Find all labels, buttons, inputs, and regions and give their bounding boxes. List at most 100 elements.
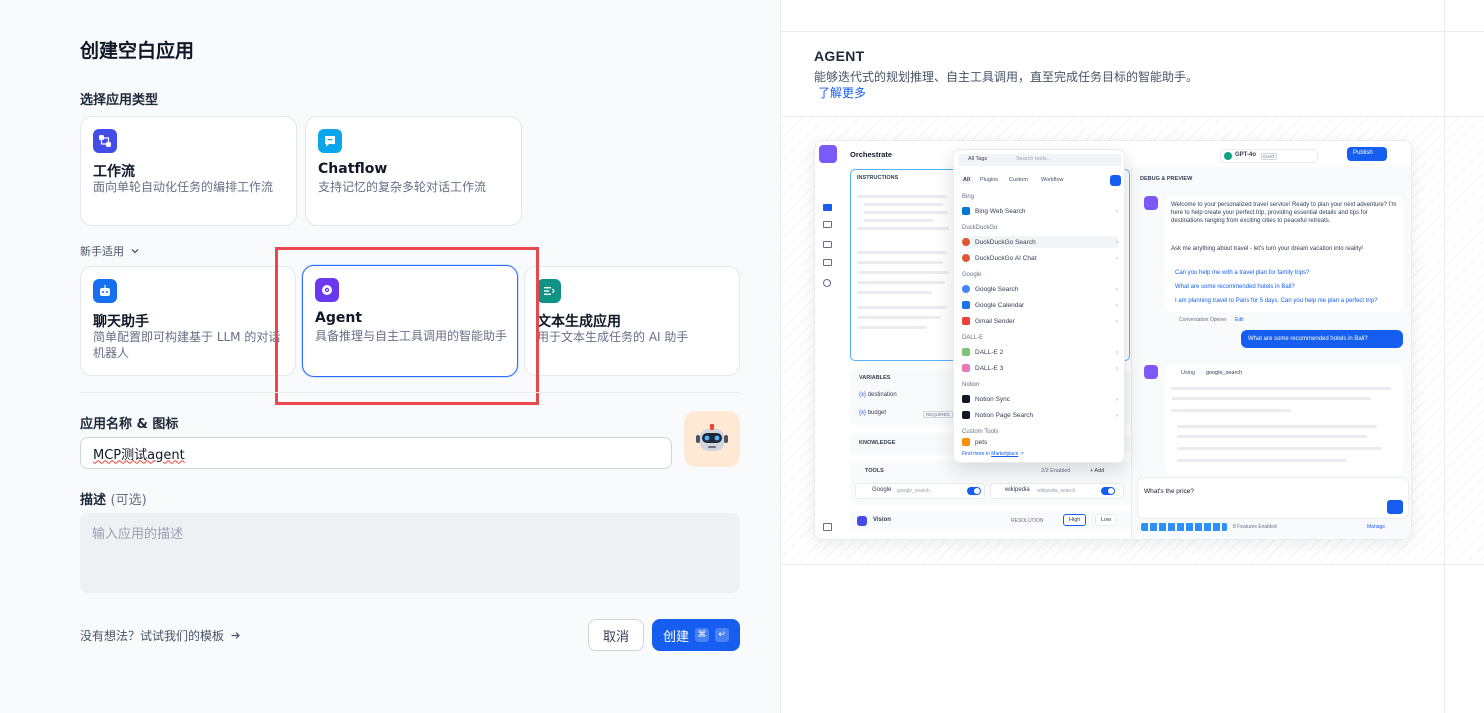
mock-find-more: Find more in Marketplace ↗ bbox=[962, 451, 1025, 457]
mock-search-tools: Search tools... bbox=[1016, 156, 1052, 162]
create-app-panel: 创建空白应用 选择应用类型 工作流 面向单轮自动化任务的编排工作流 Chatfl… bbox=[0, 0, 780, 713]
robot-avatar-icon bbox=[696, 424, 728, 451]
mock-chat-input bbox=[1137, 477, 1409, 519]
mock-tool-item: DuckDuckGo AI Chat › bbox=[962, 252, 1118, 264]
mock-line bbox=[857, 326, 927, 329]
grid-line bbox=[781, 564, 1484, 565]
openai-icon bbox=[1224, 152, 1232, 160]
mock-knowledge: KNOWLEDGE bbox=[859, 440, 896, 446]
mock-low: Low bbox=[1095, 514, 1118, 526]
mock-suggestion: What are some recommended hotels in Bali… bbox=[1175, 284, 1295, 290]
add-icon bbox=[1110, 175, 1121, 186]
preview-desc: 能够迭代式的规划推理、自主工具调用，直至完成任务目标的智能助手。 bbox=[814, 70, 1199, 84]
mock-line bbox=[857, 195, 947, 198]
collapse-icon bbox=[823, 523, 832, 531]
agent-preview-screenshot: Orchestrate INSTRUCTIONS VARIABLES {x} d… bbox=[814, 140, 1412, 540]
mock-line bbox=[857, 271, 949, 274]
bot-avatar-icon bbox=[1144, 196, 1158, 210]
desc-label-row: 描述 (可选) bbox=[80, 489, 147, 508]
preview-panel: AGENT 能够迭代式的规划推理、自主工具调用，直至完成任务目标的智能助手。 了… bbox=[780, 0, 1484, 713]
mock-line bbox=[863, 219, 933, 222]
mock-tool-item: pets bbox=[962, 438, 1118, 446]
app-type-desc: 具备推理与自主工具调用的智能助手 bbox=[315, 329, 508, 343]
mock-variables: VARIABLES bbox=[859, 375, 891, 381]
app-type-name: 文本生成应用 bbox=[537, 314, 621, 330]
mock-tool-google-id: google_search bbox=[897, 488, 930, 494]
mock-using: Using bbox=[1181, 370, 1196, 376]
mock-tool-item: DuckDuckGo Search › bbox=[962, 236, 1118, 248]
app-type-desc: 用于文本生成任务的 AI 助手 bbox=[537, 330, 689, 344]
app-type-card-chatbot[interactable]: 聊天助手 简单配置即可构建基于 LLM 的对话机器人 bbox=[80, 266, 296, 376]
app-type-card-workflow[interactable]: 工作流 面向单轮自动化任务的编排工作流 bbox=[80, 116, 297, 226]
mock-line bbox=[1177, 425, 1377, 428]
mock-var-destination: {x} destination bbox=[859, 392, 897, 398]
cancel-button[interactable]: 取消 bbox=[588, 619, 644, 651]
app-type-card-text-generator[interactable]: 文本生成应用 用于文本生成任务的 AI 助手 bbox=[524, 266, 740, 376]
desc-optional: (可选) bbox=[110, 493, 147, 508]
mock-tool-item: Bing Web Search › bbox=[962, 205, 1118, 217]
mock-vision: Vision bbox=[873, 517, 891, 523]
learn-more-link[interactable]: 了解更多 bbox=[818, 84, 866, 101]
command-key-icon: ⌘ bbox=[695, 628, 709, 642]
mock-vision-box bbox=[850, 511, 1130, 531]
mock-group: DuckDuckGo bbox=[962, 225, 998, 231]
app-type-desc: 简单配置即可构建基于 LLM 的对话机器人 bbox=[93, 330, 281, 360]
chatflow-icon bbox=[318, 129, 342, 153]
mock-tab: Plugins bbox=[980, 177, 999, 183]
app-type-name: 聊天助手 bbox=[93, 314, 149, 330]
mock-group: Bing bbox=[962, 194, 975, 200]
mock-add-tool: + Add bbox=[1090, 468, 1105, 474]
chat-bot-icon bbox=[93, 279, 117, 303]
mock-tool-item: Notion Sync › bbox=[962, 393, 1118, 405]
mock-user-msg: What are some recommended hotels in Bali… bbox=[1248, 336, 1368, 342]
agent-icon bbox=[315, 278, 339, 302]
app-type-label: 选择应用类型 bbox=[80, 93, 159, 108]
rail-icon bbox=[823, 204, 832, 211]
mock-line bbox=[857, 251, 947, 254]
template-link[interactable]: 没有想法？试试我们的模板 bbox=[80, 627, 241, 644]
mock-suggestion: I am planning travel to Paris for 5 days… bbox=[1175, 298, 1378, 304]
mock-welcome: Welcome to your personalized travel serv… bbox=[1171, 202, 1397, 224]
app-type-name: Agent bbox=[315, 310, 363, 326]
mock-line bbox=[863, 203, 943, 206]
mock-instructions: INSTRUCTIONS bbox=[857, 175, 899, 181]
app-type-name: 工作流 bbox=[93, 164, 135, 180]
app-name-value: MCP测试agent bbox=[93, 447, 185, 463]
page-title: 创建空白应用 bbox=[80, 40, 195, 62]
mock-tab: All bbox=[960, 176, 974, 184]
text-generator-icon bbox=[537, 279, 561, 303]
feature-icons bbox=[1141, 523, 1227, 531]
mock-line bbox=[857, 281, 945, 284]
vision-icon bbox=[857, 516, 867, 526]
app-description-input[interactable]: 输入应用的描述 bbox=[80, 513, 740, 593]
mock-tool-item: Gmail Sender › bbox=[962, 315, 1118, 327]
mock-line bbox=[857, 306, 947, 309]
desc-label: 描述 bbox=[80, 493, 107, 508]
create-button[interactable]: 创建 ⌘ ↵ bbox=[652, 619, 740, 651]
mock-group: Notion bbox=[962, 382, 980, 388]
name-label: 应用名称 & 图标 bbox=[80, 417, 179, 432]
mock-tool-wiki-name: wikipedia bbox=[1005, 487, 1030, 493]
mock-line bbox=[1177, 459, 1347, 462]
mock-tool-item: Notion Page Search › bbox=[962, 409, 1118, 421]
divider bbox=[80, 392, 740, 393]
mock-tool-google-name: Google bbox=[872, 487, 892, 493]
mock-tab: Custom bbox=[1009, 177, 1028, 183]
bot-avatar-icon bbox=[1144, 365, 1158, 379]
app-type-card-agent[interactable]: Agent 具备推理与自主工具调用的智能助手 bbox=[302, 265, 518, 377]
mock-resolution: RESOLUTION bbox=[1011, 518, 1044, 524]
send-icon bbox=[1387, 500, 1403, 514]
beginner-toggle[interactable]: 新手适用 bbox=[80, 243, 140, 259]
app-icon-picker[interactable] bbox=[684, 411, 740, 467]
mock-tool-item: Google Search › bbox=[962, 283, 1118, 295]
app-name-input[interactable]: MCP测试agent bbox=[80, 437, 672, 469]
mock-input-text: What's the price? bbox=[1144, 488, 1195, 495]
app-type-card-chatflow[interactable]: Chatflow 支持记忆的复杂多轮对话工作流 bbox=[305, 116, 522, 226]
mock-tab: Workflow bbox=[1041, 177, 1064, 183]
mock-line bbox=[1177, 435, 1367, 438]
agent-logo-icon bbox=[819, 145, 837, 163]
mock-tool-item: Google Calendar › bbox=[962, 299, 1118, 311]
mock-line bbox=[857, 291, 932, 294]
mock-debug-preview: DEBUG & PREVIEW bbox=[1140, 176, 1193, 182]
mock-suggestion: Can you help me with a travel plan for f… bbox=[1175, 270, 1310, 276]
